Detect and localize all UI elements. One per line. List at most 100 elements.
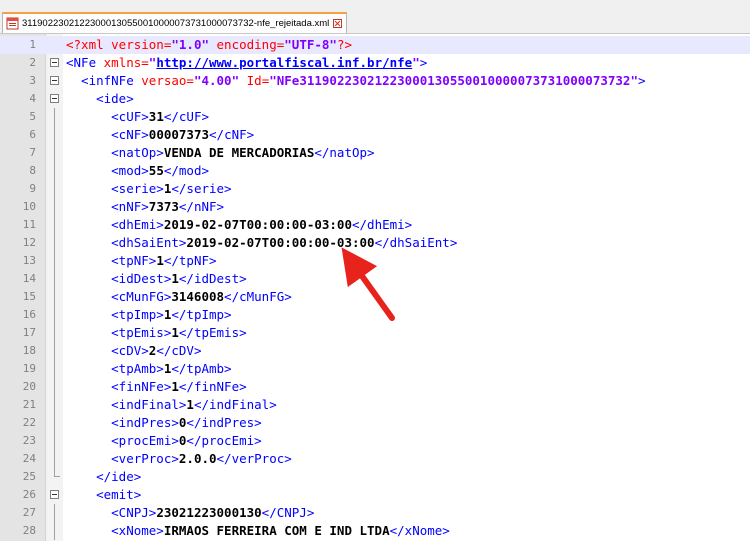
fold-toggle-icon[interactable] (50, 94, 59, 103)
file-tab[interactable]: 3119022302122300013055001000007373100007… (2, 12, 348, 33)
code-line[interactable]: 26 <emit> (0, 486, 750, 504)
code-token: <tpNF> (66, 253, 157, 268)
code-line[interactable]: 12 <dhSaiEnt>2019-02-07T00:00:00-03:00</… (0, 234, 750, 252)
close-tab-icon[interactable] (333, 18, 343, 28)
fold-guide-line (54, 414, 55, 432)
code-text: <ide> (66, 90, 134, 108)
code-line[interactable]: 10 <nNF>7373</nNF> (0, 198, 750, 216)
line-number: 1 (29, 38, 36, 51)
code-token: </cNF> (209, 127, 255, 142)
code-line[interactable]: 13 <tpNF>1</tpNF> (0, 252, 750, 270)
code-token: "NFe311902230212230001305500100000737310… (269, 73, 638, 88)
code-token: > (637, 73, 646, 88)
fold-guide-line (54, 378, 55, 396)
line-number: 10 (22, 200, 36, 213)
code-token: <natOp> (66, 145, 164, 160)
code-line[interactable]: 6 <cNF>00007373</cNF> (0, 126, 750, 144)
fold-guide-line (54, 432, 55, 450)
line-number: 16 (22, 308, 36, 321)
line-number: 23 (22, 434, 36, 447)
code-token: </procEmi> (186, 433, 262, 448)
code-line[interactable]: 17 <tpEmis>1</tpEmis> (0, 324, 750, 342)
code-line[interactable]: 21 <indFinal>1</indFinal> (0, 396, 750, 414)
code-token: " (412, 55, 420, 70)
fold-guide-line (54, 180, 55, 198)
code-line[interactable]: 14 <idDest>1</idDest> (0, 270, 750, 288)
code-token: <emit> (66, 487, 142, 502)
code-token: </indFinal> (193, 397, 277, 412)
code-text: <serie>1</serie> (66, 180, 231, 198)
code-line[interactable]: 20 <finNFe>1</finNFe> (0, 378, 750, 396)
tab-title: 3119022302122300013055001000007373100007… (22, 17, 330, 29)
code-line[interactable]: 28 <xNome>IRMAOS FERREIRA COM E IND LTDA… (0, 522, 750, 540)
code-token: "UTF-8" (284, 37, 337, 52)
code-token: </cUF> (163, 109, 210, 124)
fold-guide-line (54, 126, 55, 144)
fold-toggle-icon[interactable] (50, 490, 59, 499)
code-text: <verProc>2.0.0</verProc> (66, 450, 292, 468)
code-line[interactable]: 16 <tpImp>1</tpImp> (0, 306, 750, 324)
code-text: <xNome>IRMAOS FERREIRA COM E IND LTDA</x… (66, 522, 450, 540)
code-token: 2019-02-07T00:00:00-03:00 (186, 235, 375, 250)
line-number: 21 (22, 398, 36, 411)
code-token: 2.0.0 (178, 451, 217, 466)
code-line[interactable]: 8 <mod>55</mod> (0, 162, 750, 180)
code-token: 3146008 (171, 289, 225, 304)
code-text: <indPres>0</indPres> (66, 414, 262, 432)
fold-guide-line (54, 360, 55, 378)
code-line[interactable]: 25 </ide> (0, 468, 750, 486)
code-token: versao= (141, 73, 194, 88)
code-editor[interactable]: 1 <?xml version="1.0" encoding="UTF-8"?> 2… (0, 34, 750, 541)
code-text: <emit> (66, 486, 141, 504)
code-token: <serie> (66, 181, 164, 196)
code-token: "4.00" (193, 73, 247, 88)
code-token: <indPres> (66, 415, 179, 430)
code-line[interactable]: 4 <ide> (0, 90, 750, 108)
code-token: xmlns= (103, 55, 149, 70)
code-token: </indPres> (186, 415, 262, 430)
code-text: <cUF>31</cUF> (66, 108, 209, 126)
code-token: "1.0" (171, 37, 217, 52)
code-line[interactable]: 24 <verProc>2.0.0</verProc> (0, 450, 750, 468)
code-line[interactable]: 7 <natOp>VENDA DE MERCADORIAS</natOp> (0, 144, 750, 162)
xml-file-icon (6, 17, 19, 29)
code-token: </cMunFG> (224, 289, 292, 304)
code-text: <NFe xmlns= "http://www.portalfiscal.inf.… (66, 54, 427, 72)
code-line[interactable]: 1 <?xml version="1.0" encoding="UTF-8"?> (0, 36, 750, 54)
code-token: </idDest> (178, 271, 247, 286)
code-text: <tpNF>1</tpNF> (66, 252, 216, 270)
fold-guide-line (54, 144, 55, 162)
code-token: 00007373 (148, 127, 210, 142)
code-line[interactable]: 18 <cDV>2</cDV> (0, 342, 750, 360)
fold-toggle-icon[interactable] (50, 58, 59, 67)
code-token: <CNPJ> (66, 505, 157, 520)
code-line[interactable]: 23 <procEmi>0</procEmi> (0, 432, 750, 450)
code-line[interactable]: 15 <cMunFG>3146008</cMunFG> (0, 288, 750, 306)
code-token: <?xml (66, 37, 112, 52)
code-line[interactable]: 5 <cUF>31</cUF> (0, 108, 750, 126)
line-number: 28 (22, 524, 36, 537)
code-line[interactable]: 27 <CNPJ>23021223000130</CNPJ> (0, 504, 750, 522)
line-number: 8 (29, 164, 36, 177)
code-token: </dhEmi> (352, 217, 413, 232)
code-line[interactable]: 19 <tpAmb>1</tpAmb> (0, 360, 750, 378)
line-number: 18 (22, 344, 36, 357)
line-number: 6 (29, 128, 36, 141)
code-line[interactable]: 3 <infNFe versao="4.00" Id="NFe311902230… (0, 72, 750, 90)
fold-toggle-icon[interactable] (50, 76, 59, 85)
line-number: 2 (29, 56, 36, 69)
fold-guide-line (54, 306, 55, 324)
code-line[interactable]: 2 <NFe xmlns= "http://www.portalfiscal.inf… (0, 54, 750, 72)
code-token: </dhSaiEnt> (374, 235, 458, 250)
code-token: </tpImp> (171, 307, 232, 322)
fold-guide-line (54, 504, 55, 522)
code-line[interactable]: 11 <dhEmi>2019-02-07T00:00:00-03:00</dhE… (0, 216, 750, 234)
code-text: <tpEmis>1</tpEmis> (66, 324, 246, 342)
code-token: > (419, 55, 428, 70)
code-line[interactable]: 9 <serie>1</serie> (0, 180, 750, 198)
code-line[interactable]: 22 <indPres>0</indPres> (0, 414, 750, 432)
code-text: <tpImp>1</tpImp> (66, 306, 232, 324)
code-token: 23021223000130 (156, 505, 262, 520)
code-text: <CNPJ>23021223000130</CNPJ> (66, 504, 314, 522)
line-number: 26 (22, 488, 36, 501)
